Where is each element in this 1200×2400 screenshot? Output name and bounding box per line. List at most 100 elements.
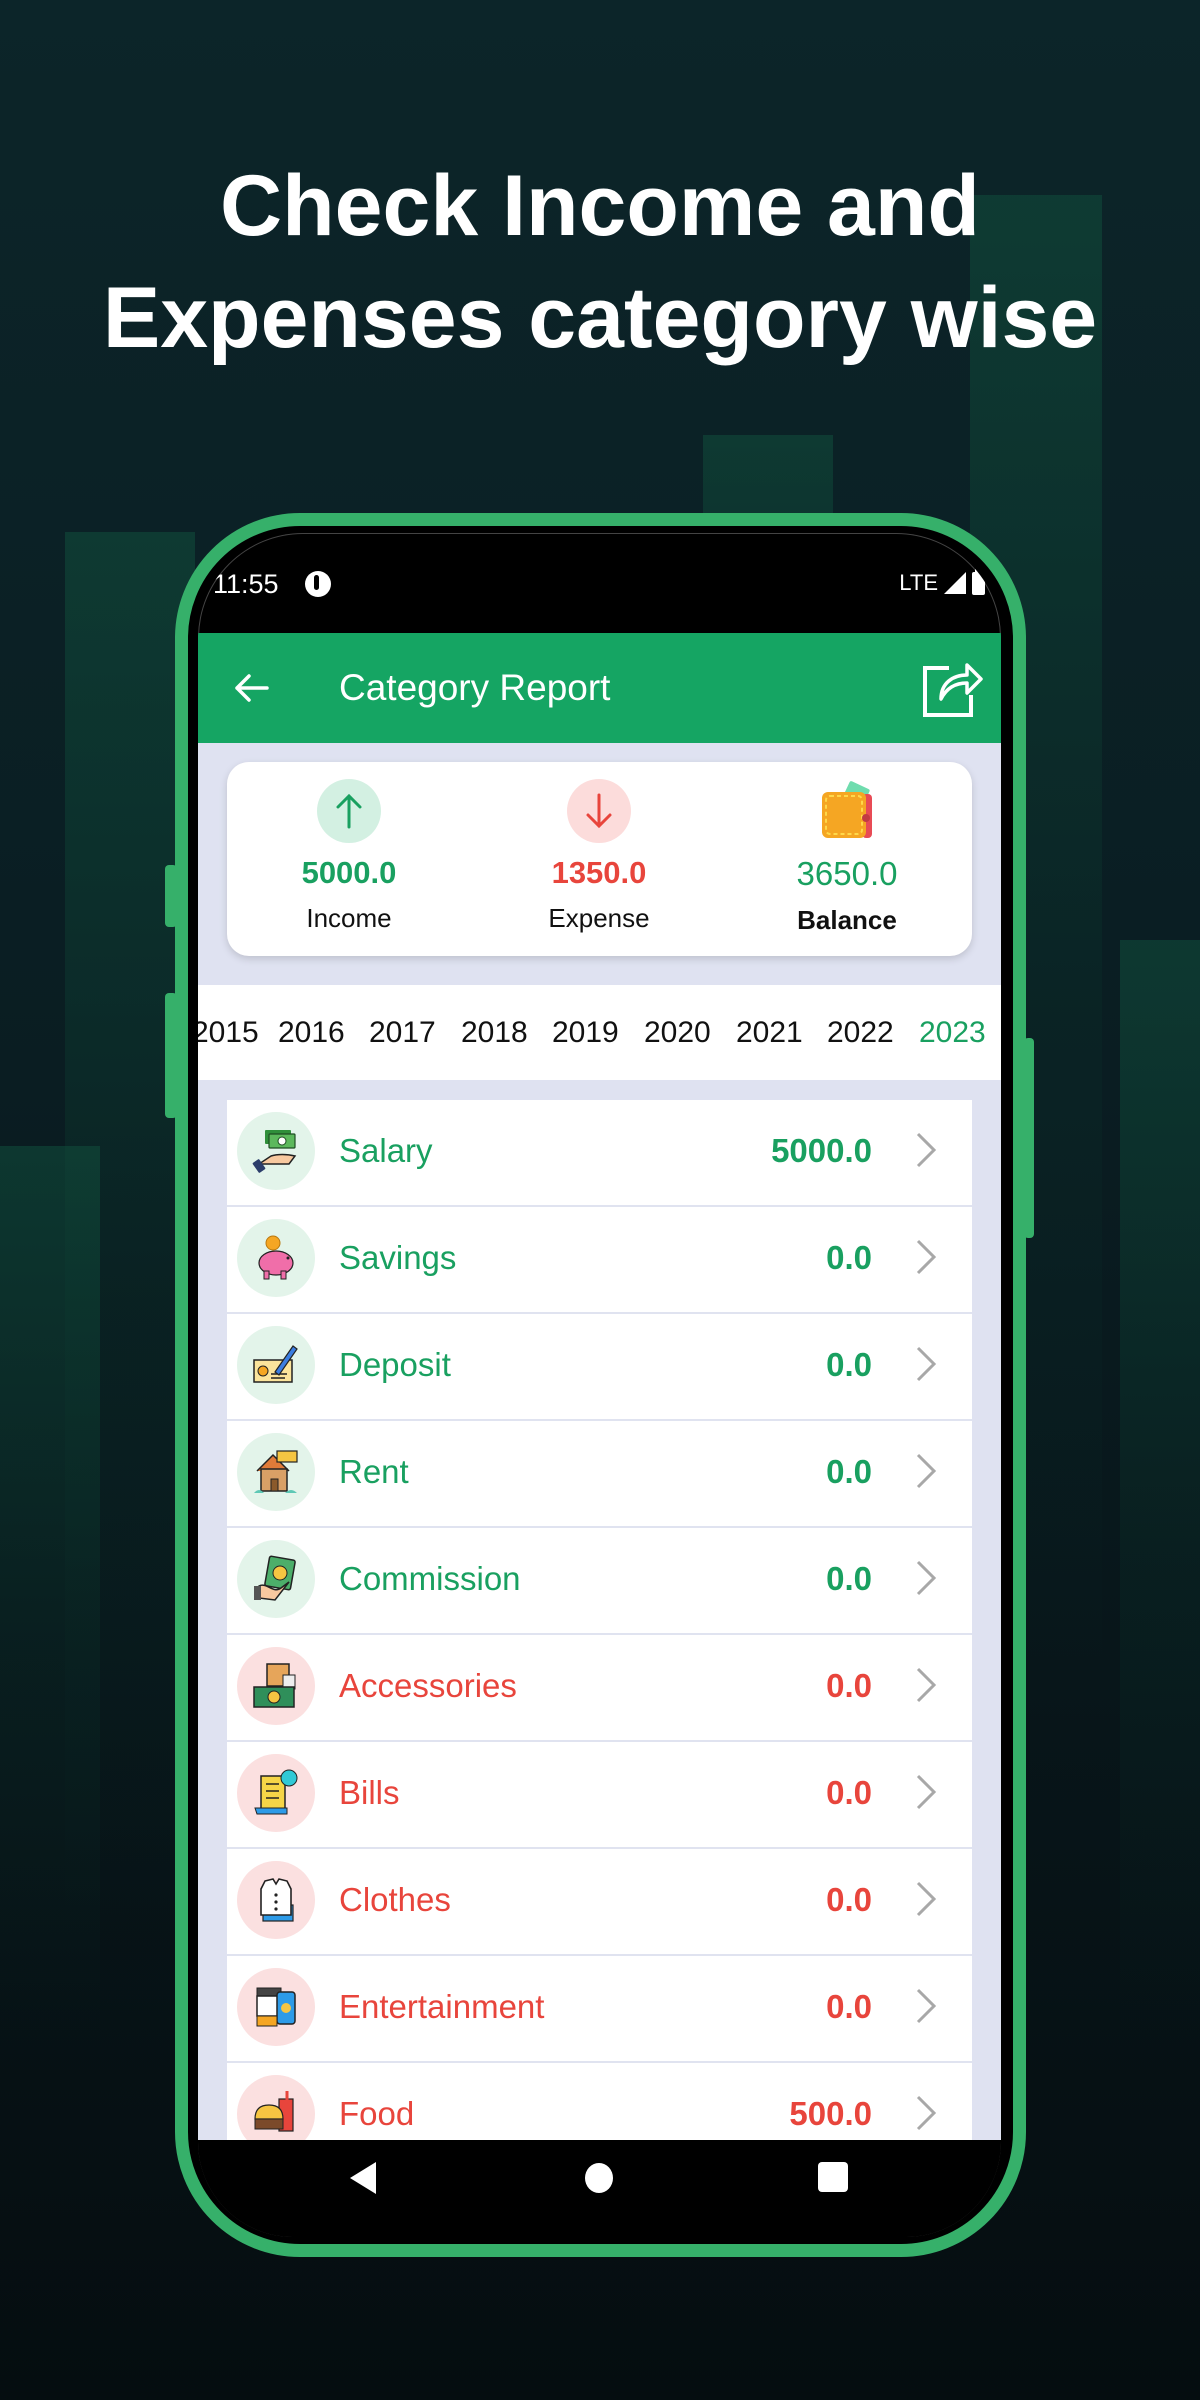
status-indicators: LTE	[899, 567, 985, 596]
shirt-icon	[237, 1861, 315, 1939]
accessories-box-money-icon	[237, 1647, 315, 1725]
network-type: LTE	[899, 570, 938, 595]
phone-screen: 11:55 LTE Category Report 5000.0 Income …	[198, 533, 1001, 2237]
chevron-right-icon	[916, 1667, 937, 1703]
back-nav-icon[interactable]	[350, 2162, 376, 2194]
arrow-down-icon	[586, 793, 612, 829]
year-tab[interactable]: 2021	[736, 1016, 803, 1050]
category-row[interactable]: Food 500.0	[227, 2063, 972, 2140]
category-amount: 0.0	[826, 1988, 872, 2025]
background-bar	[1120, 940, 1200, 2040]
category-name: Commission	[339, 1560, 521, 1597]
category-amount: 0.0	[826, 1560, 872, 1597]
balance-value: 3650.0	[796, 855, 898, 892]
page-title: Category Report	[339, 667, 611, 708]
category-amount: 0.0	[826, 1346, 872, 1383]
back-button[interactable]	[228, 665, 274, 711]
status-bar: 11:55 LTE	[198, 533, 1001, 633]
balance-summary: 3650.0 Balance	[737, 762, 957, 936]
rent-house-icon	[237, 1433, 315, 1511]
chevron-right-icon	[916, 1453, 937, 1489]
burger-drink-icon	[237, 2075, 315, 2140]
chevron-right-icon	[916, 1560, 937, 1596]
category-row[interactable]: Rent 0.0	[227, 1421, 972, 1528]
recents-nav-icon[interactable]	[818, 2162, 848, 2192]
year-tab[interactable]: 2015	[198, 1016, 259, 1050]
income-value: 5000.0	[301, 855, 397, 890]
headline-line-2: Expenses category wise	[102, 270, 1098, 366]
share-button[interactable]	[919, 655, 985, 721]
category-row[interactable]: Salary 5000.0	[227, 1100, 972, 1207]
category-name: Clothes	[339, 1881, 451, 1918]
chevron-right-icon	[916, 1239, 937, 1275]
promo-headline: Check Income and Expenses category wise	[0, 150, 1200, 374]
chevron-right-icon	[916, 2095, 937, 2131]
category-amount: 500.0	[789, 2095, 872, 2132]
home-nav-icon[interactable]	[585, 2163, 613, 2193]
report-content: 5000.0 Income 1350.0 Expense 3650.0 Bala…	[198, 743, 1001, 2140]
wallet-icon	[822, 781, 872, 838]
category-list: Salary 5000.0 Savings 0.0 Deposit 0.0 Rent 0.0 C…	[227, 1100, 972, 2140]
category-name: Food	[339, 2095, 415, 2132]
category-name: Savings	[339, 1239, 457, 1276]
category-amount: 0.0	[826, 1453, 872, 1490]
headline-line-1: Check Income and	[220, 158, 980, 254]
entertainment-icon	[237, 1968, 315, 2046]
category-row[interactable]: Accessories 0.0	[227, 1635, 972, 1742]
category-amount: 0.0	[826, 1881, 872, 1918]
income-badge	[317, 779, 381, 843]
signal-icon	[944, 572, 966, 594]
category-amount: 0.0	[826, 1239, 872, 1276]
expense-value: 1350.0	[551, 855, 647, 890]
system-nav-bar	[198, 2140, 1001, 2237]
category-name: Entertainment	[339, 1988, 545, 2025]
background-bar	[0, 1146, 100, 2046]
chevron-right-icon	[916, 1774, 937, 1810]
category-amount: 0.0	[826, 1774, 872, 1811]
arrow-up-icon	[336, 793, 362, 829]
phone-volume-button	[165, 865, 177, 927]
category-name: Accessories	[339, 1667, 517, 1704]
year-tab[interactable]: 2018	[461, 1016, 528, 1050]
income-summary: 5000.0 Income	[239, 762, 459, 934]
piggy-bank-icon	[237, 1219, 315, 1297]
year-tab[interactable]: 2022	[827, 1016, 894, 1050]
year-tab[interactable]: 2019	[552, 1016, 619, 1050]
year-selector[interactable]: 2015 2016 2017 2018 2019 2020 2021 2022 …	[198, 985, 1001, 1080]
phone-volume-button	[165, 993, 177, 1118]
phone-power-button	[1024, 1038, 1034, 1238]
summary-card: 5000.0 Income 1350.0 Expense 3650.0 Bala…	[227, 762, 972, 956]
bill-receipt-icon	[237, 1754, 315, 1832]
category-row[interactable]: Deposit 0.0	[227, 1314, 972, 1421]
category-name: Salary	[339, 1132, 433, 1169]
commission-hand-icon	[237, 1540, 315, 1618]
app-bar: Category Report	[198, 633, 1001, 743]
category-row[interactable]: Savings 0.0	[227, 1207, 972, 1314]
expense-badge	[567, 779, 631, 843]
cheque-icon	[237, 1326, 315, 1404]
year-tab[interactable]: 2016	[278, 1016, 345, 1050]
year-tab[interactable]: 2020	[644, 1016, 711, 1050]
category-amount: 0.0	[826, 1667, 872, 1704]
expense-summary: 1350.0 Expense	[489, 762, 709, 934]
chevron-right-icon	[916, 1881, 937, 1917]
chevron-right-icon	[916, 1988, 937, 2024]
year-tab[interactable]: 2017	[369, 1016, 436, 1050]
category-row[interactable]: Commission 0.0	[227, 1528, 972, 1635]
category-name: Deposit	[339, 1346, 451, 1383]
category-row[interactable]: Entertainment 0.0	[227, 1956, 972, 2063]
balance-label: Balance	[797, 905, 897, 935]
category-amount: 5000.0	[771, 1132, 872, 1169]
salary-money-hand-icon	[237, 1112, 315, 1190]
share-export-icon	[923, 663, 983, 717]
arrow-left-icon	[235, 674, 269, 702]
battery-icon	[972, 567, 985, 595]
status-time: 11:55	[213, 569, 279, 599]
notification-dot-icon	[305, 571, 331, 597]
category-row[interactable]: Clothes 0.0	[227, 1849, 972, 1956]
year-tab-selected[interactable]: 2023	[919, 1016, 986, 1050]
category-row[interactable]: Bills 0.0	[227, 1742, 972, 1849]
balance-badge	[815, 779, 879, 843]
chevron-right-icon	[916, 1132, 937, 1168]
chevron-right-icon	[916, 1346, 937, 1382]
